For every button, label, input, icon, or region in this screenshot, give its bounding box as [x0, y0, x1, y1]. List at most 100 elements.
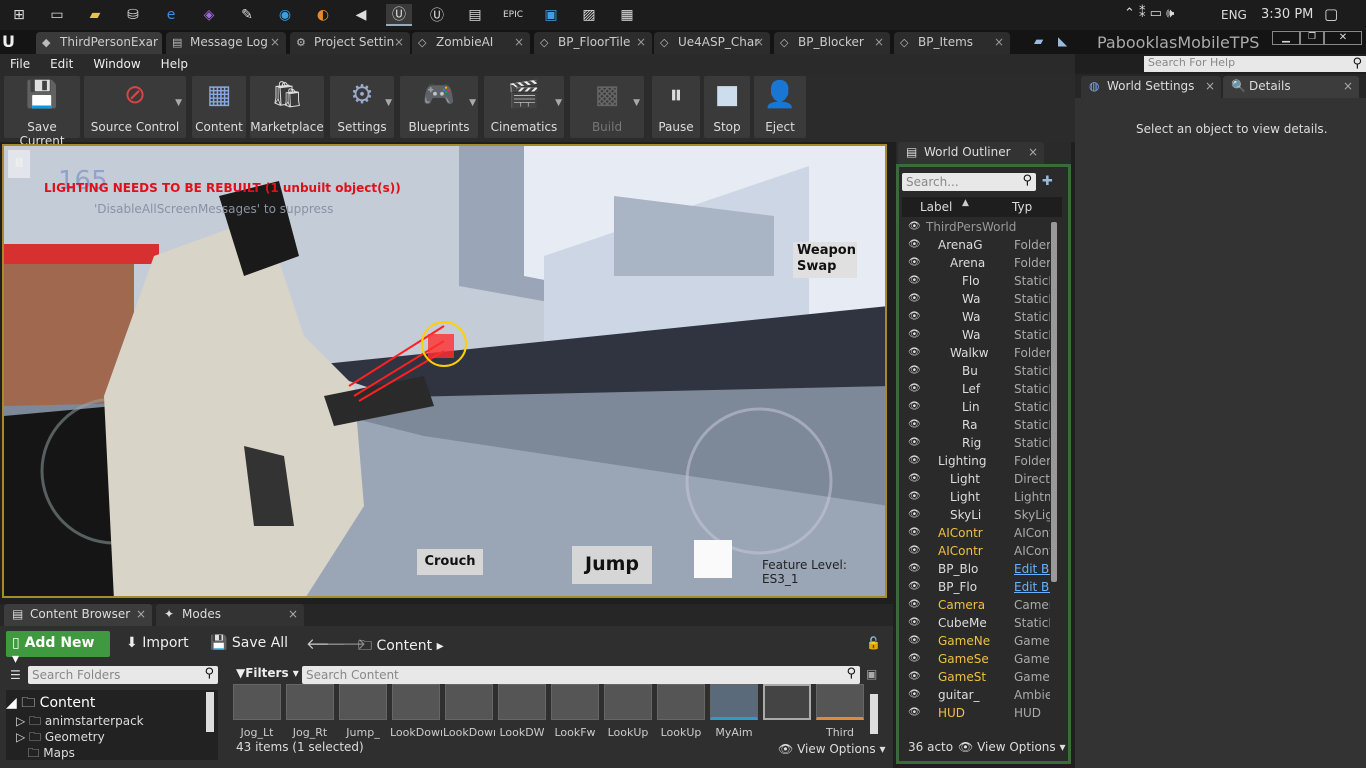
- tab-world-settings[interactable]: ◍ World Settings ×: [1081, 76, 1221, 98]
- outliner-row[interactable]: 👁 Light Lightm: [902, 489, 1050, 507]
- outliner-row[interactable]: 👁 Lef StaticM: [902, 381, 1050, 399]
- visibility-eye-icon[interactable]: 👁: [908, 455, 921, 466]
- visibility-eye-icon[interactable]: 👁: [908, 509, 921, 520]
- outliner-row[interactable]: 👁 Bu StaticM: [902, 363, 1050, 381]
- close-icon[interactable]: ×: [270, 35, 280, 49]
- close-icon[interactable]: ×: [288, 607, 298, 621]
- chevron-down-icon[interactable]: ▼: [469, 98, 476, 108]
- visibility-eye-icon[interactable]: 👁: [908, 347, 921, 358]
- weapon-swap-button[interactable]: Weapon Swap: [793, 242, 857, 278]
- pause-button[interactable]: ⏸ Pause: [652, 76, 700, 138]
- outliner-row[interactable]: 👁 Walkw Folder: [902, 345, 1050, 363]
- type-column-header[interactable]: Typ: [1012, 200, 1032, 214]
- outliner-row[interactable]: 👁 Wa StaticM: [902, 291, 1050, 309]
- pause-overlay-icon[interactable]: ⏸: [8, 150, 30, 178]
- close-icon[interactable]: ×: [636, 35, 646, 49]
- tree-item-maps[interactable]: 🗀 Maps: [16, 744, 74, 765]
- outliner-row[interactable]: 👁 Rig StaticM: [902, 435, 1050, 453]
- outliner-row-type[interactable]: Edit BI: [1014, 562, 1050, 576]
- outliner-scrollbar[interactable]: [1051, 222, 1057, 582]
- file-explorer-icon[interactable]: ▰: [82, 4, 108, 26]
- menu-edit[interactable]: Edit: [40, 57, 83, 71]
- paint-icon[interactable]: ✎: [234, 4, 260, 26]
- lock-icon[interactable]: 🔓: [866, 636, 881, 650]
- close-icon[interactable]: ×: [1343, 79, 1353, 93]
- chevron-down-icon[interactable]: ▼: [633, 98, 640, 108]
- outliner-row[interactable]: 👁 BP_Blo Edit BI: [902, 561, 1050, 579]
- asset-thumbnail[interactable]: [339, 684, 387, 720]
- clock[interactable]: 3:30 PM: [1261, 7, 1313, 22]
- outliner-view-options[interactable]: 👁 View Options ▾: [958, 740, 1066, 754]
- visibility-eye-icon[interactable]: 👁: [908, 419, 921, 430]
- edge-icon[interactable]: e: [158, 4, 184, 26]
- outliner-row[interactable]: 👁 ThirdPersWorld: [902, 219, 1050, 237]
- visibility-eye-icon[interactable]: 👁: [908, 473, 921, 484]
- visibility-eye-icon[interactable]: 👁: [908, 491, 921, 502]
- outliner-row[interactable]: 👁 guitar_ Ambien: [902, 687, 1050, 705]
- outliner-row[interactable]: 👁 ArenaG Folder: [902, 237, 1050, 255]
- photos-icon[interactable]: ▨: [576, 4, 602, 26]
- visibility-eye-icon[interactable]: 👁: [908, 437, 921, 448]
- tree-scrollbar[interactable]: [206, 692, 214, 732]
- stop-button[interactable]: ■ Stop: [704, 76, 750, 138]
- outliner-row[interactable]: 👁 Arena Folder: [902, 255, 1050, 273]
- visibility-eye-icon[interactable]: 👁: [908, 293, 921, 304]
- cinematics-button[interactable]: 🎬 Cinematics ▼: [484, 76, 564, 138]
- language-indicator[interactable]: ENG: [1221, 8, 1247, 22]
- content-button[interactable]: ▦ Content: [192, 76, 246, 138]
- visibility-eye-icon[interactable]: 👁: [908, 671, 921, 682]
- media-icon[interactable]: ◀: [348, 4, 374, 26]
- maximize-button[interactable]: ❐: [1300, 31, 1324, 45]
- visibility-eye-icon[interactable]: 👁: [908, 599, 921, 610]
- close-icon[interactable]: ×: [1028, 145, 1038, 159]
- outliner-row[interactable]: 👁 GameSt GameS: [902, 669, 1050, 687]
- visibility-eye-icon[interactable]: 👁: [908, 563, 921, 574]
- epic-launcher-icon[interactable]: EPIC: [500, 4, 526, 26]
- close-icon[interactable]: ×: [136, 607, 146, 621]
- save-current-button[interactable]: 💾 Save Current: [4, 76, 80, 148]
- close-icon[interactable]: ×: [394, 35, 404, 49]
- game-viewport[interactable]: ⏸ 165 LIGHTING NEEDS TO BE REBUILT (1 un…: [2, 144, 887, 598]
- outliner-row[interactable]: 👁 Flo StaticM: [902, 273, 1050, 291]
- outliner-row[interactable]: 👁 HUD HUD: [902, 705, 1050, 723]
- notification-icon[interactable]: ▢: [1324, 5, 1338, 23]
- tab-1[interactable]: ▤ Message Log ×: [166, 32, 286, 54]
- visibility-eye-icon[interactable]: 👁: [908, 635, 921, 646]
- asset-thumbnail[interactable]: [551, 684, 599, 720]
- app2-icon[interactable]: ▣: [538, 4, 564, 26]
- build-button[interactable]: ▩ Build ▼: [570, 76, 644, 138]
- add-new-button[interactable]: ▯ Add New ▾: [6, 631, 110, 667]
- task-view-icon[interactable]: ▭: [44, 4, 70, 26]
- jump-button[interactable]: Jump: [572, 546, 652, 584]
- tab-6[interactable]: ◇ BP_Blocker ×: [774, 32, 890, 54]
- outliner-row[interactable]: 👁 Camera Camera: [902, 597, 1050, 615]
- store-icon[interactable]: ⛁: [120, 4, 146, 26]
- tab-details[interactable]: 🔍 Details ×: [1223, 76, 1359, 98]
- menu-window[interactable]: Window: [83, 57, 150, 71]
- app-icon[interactable]: ◉: [272, 4, 298, 26]
- visibility-eye-icon[interactable]: 👁: [908, 707, 921, 718]
- outliner-row[interactable]: 👁 AIContr AICont: [902, 525, 1050, 543]
- visibility-eye-icon[interactable]: 👁: [908, 311, 921, 322]
- visual-studio-icon[interactable]: ◈: [196, 4, 222, 26]
- visibility-eye-icon[interactable]: 👁: [908, 329, 921, 340]
- outliner-row[interactable]: 👁 Wa StaticM: [902, 327, 1050, 345]
- outliner-row[interactable]: 👁 Lin StaticM: [902, 399, 1050, 417]
- path-breadcrumb[interactable]: 🗀 Content ▸: [358, 635, 444, 659]
- device-icon[interactable]: ▦: [614, 4, 640, 26]
- search-folders-input[interactable]: Search Folders ⚲: [28, 666, 218, 684]
- close-icon[interactable]: ×: [514, 35, 524, 49]
- visibility-eye-icon[interactable]: 👁: [908, 653, 921, 664]
- outliner-row[interactable]: 👁 Ra StaticM: [902, 417, 1050, 435]
- outliner-row[interactable]: 👁 Lighting Folder: [902, 453, 1050, 471]
- label-column-header[interactable]: Label: [920, 200, 952, 214]
- tab-3[interactable]: ◇ ZombieAI ×: [412, 32, 530, 54]
- marketplace-button[interactable]: 🛍 Marketplace: [250, 76, 324, 138]
- outliner-row[interactable]: 👁 CubeMe StaticM: [902, 615, 1050, 633]
- visibility-eye-icon[interactable]: 👁: [908, 275, 921, 286]
- close-window-button[interactable]: ✕: [1324, 31, 1362, 45]
- tab-0[interactable]: ◆ ThirdPersonExar: [36, 32, 162, 54]
- tray-icons[interactable]: ⌃ ⁑ ▭ 🕪: [1124, 6, 1174, 21]
- visibility-eye-icon[interactable]: 👁: [908, 581, 921, 592]
- minimize-button[interactable]: ▁: [1272, 31, 1300, 45]
